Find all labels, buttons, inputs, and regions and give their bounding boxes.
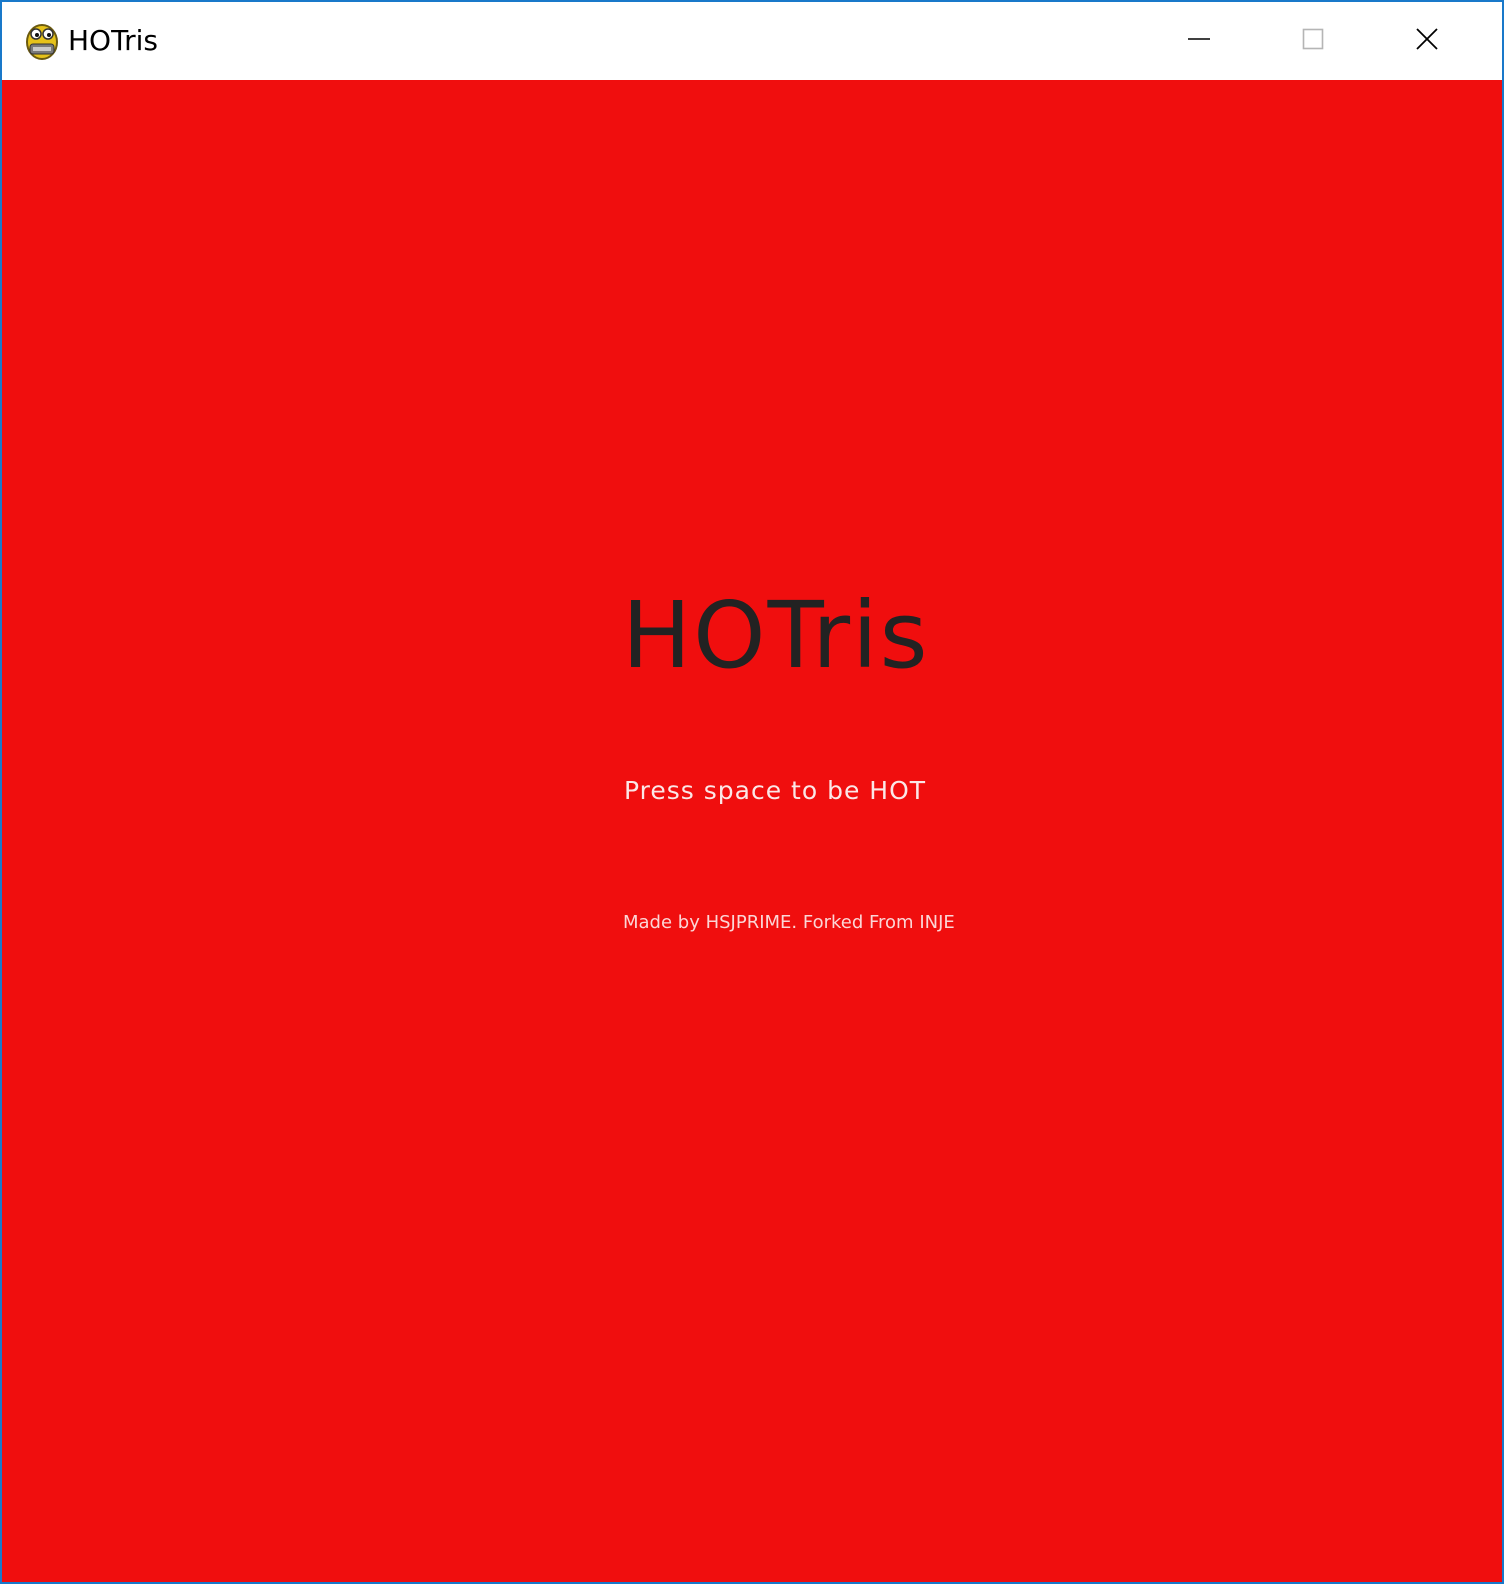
game-title: HOTris xyxy=(622,582,930,689)
minimize-button[interactable] xyxy=(1142,2,1256,80)
pygame-snake-icon xyxy=(22,20,62,62)
window-title: HOTris xyxy=(68,24,158,57)
maximize-button[interactable] xyxy=(1256,2,1370,80)
minimize-icon xyxy=(1187,27,1211,56)
app-window: HOTris HOTris Press space to be HOT Made… xyxy=(0,0,1504,1584)
credits-text: Made by HSJPRIME. Forked From INJE xyxy=(623,912,955,933)
close-button[interactable] xyxy=(1370,2,1484,80)
title-bar[interactable]: HOTris xyxy=(2,2,1502,80)
maximize-icon xyxy=(1302,28,1324,55)
close-icon xyxy=(1415,27,1439,56)
game-canvas[interactable]: HOTris Press space to be HOT Made by HSJ… xyxy=(2,80,1502,1582)
start-prompt: Press space to be HOT xyxy=(624,776,927,805)
